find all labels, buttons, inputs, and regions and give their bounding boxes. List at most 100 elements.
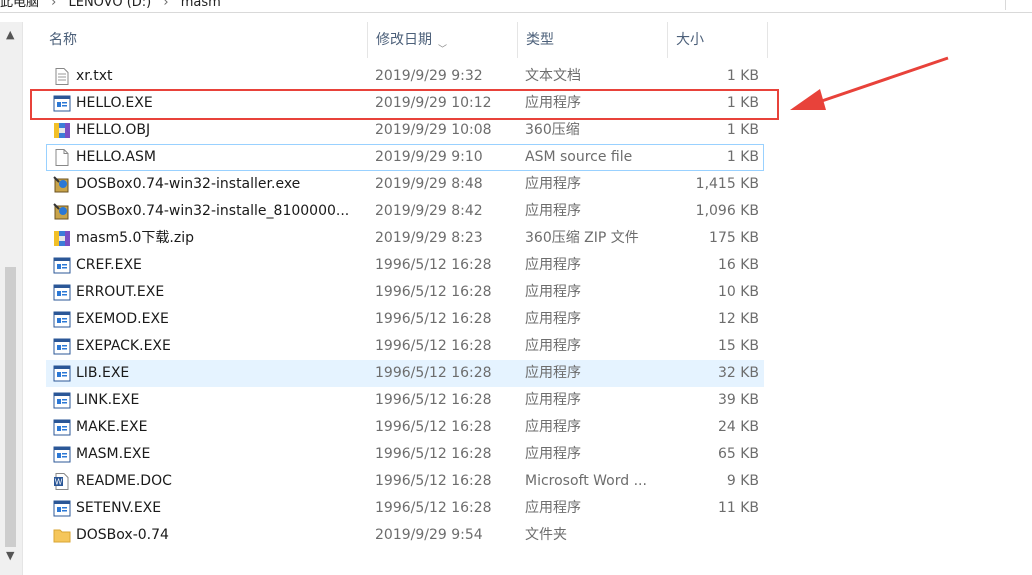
file-type: 应用程序	[525, 365, 581, 381]
exe-icon	[53, 284, 71, 301]
file-name: MAKE.EXE	[76, 419, 148, 435]
file-type: ASM source file	[525, 149, 633, 165]
file-name: CREF.EXE	[76, 257, 142, 273]
file-name: EXEPACK.EXE	[76, 338, 171, 354]
file-modified-date: 1996/5/12 16:28	[375, 419, 492, 435]
file-type: 应用程序	[525, 311, 581, 327]
nav-pane-scrollbar[interactable]: ▲ ▼	[0, 22, 23, 575]
file-type: 应用程序	[525, 419, 581, 435]
breadcrumb-item-this-pc[interactable]: 此电脑	[0, 0, 39, 10]
file-size: 32 KB	[717, 365, 759, 381]
column-header-size[interactable]: 大小	[668, 22, 768, 58]
file-row[interactable]: HELLO.ASM 2019/9/29 9:10 ASM source file 1 …	[46, 144, 764, 171]
file-row[interactable]: MASM.EXE 1996/5/12 16:28 应用程序 65 KB	[46, 441, 764, 468]
file-modified-date: 1996/5/12 16:28	[375, 338, 492, 354]
file-row[interactable]: DOSBox0.74-win32-installe_8100000... 2019…	[46, 198, 764, 225]
file-row[interactable]: MAKE.EXE 1996/5/12 16:28 应用程序 24 KB	[46, 414, 764, 441]
file-row[interactable]: LINK.EXE 1996/5/12 16:28 应用程序 39 KB	[46, 387, 764, 414]
file-name: HELLO.OBJ	[76, 122, 151, 138]
annotation-highlight-box	[30, 89, 779, 120]
file-size: 65 KB	[717, 446, 759, 462]
file-name: DOSBox-0.74	[76, 527, 169, 543]
file-size: 1,096 KB	[695, 203, 759, 219]
file-row[interactable]: HELLO.OBJ 2019/9/29 10:08 360压缩 1 KB	[46, 117, 764, 144]
file-row[interactable]: masm5.0下载.zip 2019/9/29 8:23 360压缩 ZIP 文件 1…	[46, 225, 764, 252]
file-modified-date: 2019/9/29 9:10	[375, 149, 483, 165]
file-name: LINK.EXE	[76, 392, 140, 408]
file-type: Microsoft Word ...	[525, 473, 647, 489]
file-type: 文本文档	[525, 68, 581, 84]
chevron-right-icon: ›	[51, 0, 57, 10]
file-modified-date: 1996/5/12 16:28	[375, 500, 492, 516]
archive-icon	[53, 122, 71, 139]
file-name: SETENV.EXE	[76, 500, 162, 516]
file-name: DOSBox0.74-win32-installe_8100000...	[76, 203, 350, 219]
file-size: 15 KB	[717, 338, 759, 354]
breadcrumb-item-folder[interactable]: masm	[181, 0, 221, 10]
column-header-name[interactable]: 名称	[41, 22, 368, 58]
file-size	[667, 523, 759, 548]
file-size: 175 KB	[709, 230, 759, 246]
blank-file-icon	[53, 149, 71, 166]
file-type: 应用程序	[525, 284, 581, 300]
file-size: 11 KB	[717, 500, 759, 516]
file-type: 应用程序	[525, 500, 581, 516]
file-name: masm5.0下载.zip	[76, 230, 194, 246]
folder-icon	[53, 527, 71, 544]
annotation-arrow-icon	[790, 56, 949, 110]
scroll-down-icon[interactable]: ▼	[6, 549, 14, 562]
file-size: 24 KB	[717, 419, 759, 435]
file-row[interactable]: DOSBox0.74-win32-installer.exe 2019/9/29 …	[46, 171, 764, 198]
file-name: EXEMOD.EXE	[76, 311, 169, 327]
file-type: 360压缩 ZIP 文件	[525, 230, 639, 246]
file-row[interactable]: xr.txt 2019/9/29 9:32 文本文档 1 KB	[46, 63, 764, 90]
file-size: 16 KB	[717, 257, 759, 273]
file-name: README.DOC	[76, 473, 172, 489]
file-name: ERROUT.EXE	[76, 284, 165, 300]
exe-icon	[53, 500, 71, 517]
exe-icon	[53, 419, 71, 436]
installer-icon	[53, 203, 71, 220]
file-size: 10 KB	[717, 284, 759, 300]
file-row[interactable]: ERROUT.EXE 1996/5/12 16:28 应用程序 10 KB	[46, 279, 764, 306]
search-box[interactable]	[1005, 0, 1032, 10]
file-name: xr.txt	[76, 68, 113, 84]
scrollbar-thumb[interactable]	[5, 267, 16, 547]
file-modified-date: 2019/9/29 10:08	[375, 122, 492, 138]
file-row[interactable]: W README.DOC 1996/5/12 16:28 Microsoft Word…	[46, 468, 764, 495]
file-row[interactable]: SETENV.EXE 1996/5/12 16:28 应用程序 11 KB	[46, 495, 764, 522]
file-row[interactable]: EXEMOD.EXE 1996/5/12 16:28 应用程序 12 KB	[46, 306, 764, 333]
exe-icon	[53, 338, 71, 355]
file-row[interactable]: EXEPACK.EXE 1996/5/12 16:28 应用程序 15 KB	[46, 333, 764, 360]
exe-icon	[53, 365, 71, 382]
file-modified-date: 1996/5/12 16:28	[375, 311, 492, 327]
file-type: 应用程序	[525, 446, 581, 462]
file-name: HELLO.ASM	[76, 149, 156, 165]
chevron-down-icon: ﹀	[438, 45, 448, 55]
file-size: 39 KB	[717, 392, 759, 408]
file-size: 1 KB	[726, 68, 759, 84]
file-size: 1 KB	[726, 122, 759, 138]
file-row[interactable]: CREF.EXE 1996/5/12 16:28 应用程序 16 KB	[46, 252, 764, 279]
installer-icon	[53, 176, 71, 193]
file-modified-date: 1996/5/12 16:28	[375, 392, 492, 408]
column-header-type[interactable]: 类型	[518, 22, 668, 58]
archive-icon	[53, 230, 71, 247]
file-name: MASM.EXE	[76, 446, 151, 462]
file-modified-date: 1996/5/12 16:28	[375, 365, 492, 381]
text-file-icon	[53, 68, 71, 85]
file-row[interactable]: LIB.EXE 1996/5/12 16:28 应用程序 32 KB	[46, 360, 764, 387]
file-row[interactable]: DOSBox-0.74 2019/9/29 9:54 文件夹	[46, 522, 764, 549]
file-modified-date: 1996/5/12 16:28	[375, 446, 492, 462]
breadcrumb-item-drive[interactable]: LENOVO (D:)	[69, 0, 152, 10]
file-type: 应用程序	[525, 257, 581, 273]
file-type: 应用程序	[525, 176, 581, 192]
file-type: 应用程序	[525, 203, 581, 219]
chevron-right-icon: ›	[163, 0, 169, 10]
address-bar[interactable]: 此电脑 › LENOVO (D:) › masm	[0, 0, 1032, 13]
file-type: 文件夹	[525, 527, 567, 543]
breadcrumb: 此电脑 › LENOVO (D:) › masm	[0, 0, 229, 10]
file-modified-date: 1996/5/12 16:28	[375, 284, 492, 300]
file-modified-date: 2019/9/29 8:48	[375, 176, 483, 192]
exe-icon	[53, 392, 71, 409]
